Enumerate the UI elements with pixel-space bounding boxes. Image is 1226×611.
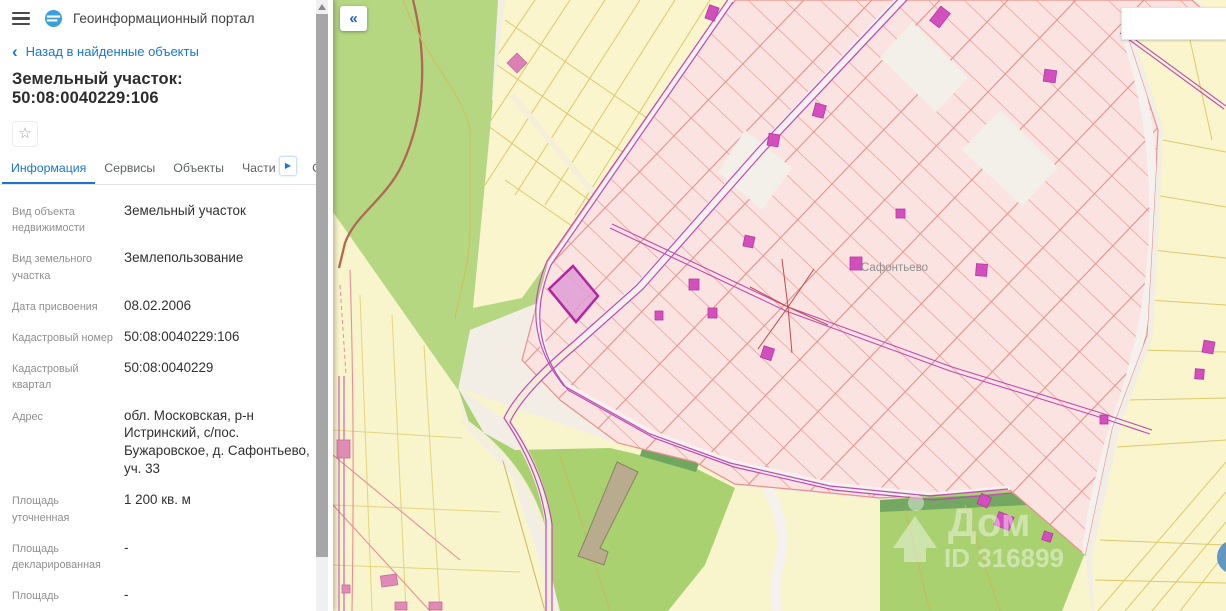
sidebar-scrollbar[interactable] xyxy=(316,0,328,611)
map-svg: Сафонтьево Дом ID 316899 xyxy=(333,0,1226,611)
field-row: Площадь декларированная - xyxy=(12,539,310,573)
field-value: 1 200 кв. м xyxy=(124,492,191,508)
field-label: Площадь уточненная xyxy=(12,495,70,524)
field-value: Земельный участок xyxy=(124,203,246,218)
field-value: 50:08:0040229:106 xyxy=(124,328,240,344)
field-value: Землепользование xyxy=(124,250,244,266)
field-row: Вид объекта недвижимости Земельный участ… xyxy=(12,202,310,236)
tab-bar: Информация Сервисы Объекты Части ЗУ Сос … xyxy=(0,153,316,185)
field-value: - xyxy=(124,539,129,555)
menu-icon[interactable] xyxy=(12,12,30,25)
field-value: - xyxy=(124,587,129,603)
tab[interactable]: Сервисы xyxy=(95,153,164,184)
collapse-panel-button[interactable]: « xyxy=(340,6,367,31)
chevron-left-icon: ‹ xyxy=(12,42,18,61)
field-row: Вид земельного участка Землепользование xyxy=(12,249,310,283)
app-header: Геоинформационный портал xyxy=(0,0,316,34)
chevron-right-icon: ▶ xyxy=(284,161,292,170)
page-title: Земельный участок: 50:08:0040229:106 xyxy=(12,70,183,107)
field-row: Кадастровый номер 50:08:0040229:106 xyxy=(12,328,310,346)
fields-list: Вид объекта недвижимости Земельный участ… xyxy=(0,185,316,611)
field-row: Дата присвоения 08.02.2006 xyxy=(12,297,310,315)
field-row: Площадь уточненная 1 200 кв. м xyxy=(12,491,310,525)
field-label: Кадастровый номер xyxy=(12,331,113,344)
scroll-up-arrow[interactable] xyxy=(316,0,328,14)
map-topright-panel[interactable] xyxy=(1121,7,1226,40)
field-row: Площадь - xyxy=(12,586,310,604)
tab[interactable]: Информация xyxy=(2,153,96,184)
field-label: Вид земельного участка xyxy=(12,253,93,282)
field-value: обл. Московская, р-н Истринский, с/пос. … xyxy=(124,407,310,477)
field-label: Площадь декларированная xyxy=(12,542,101,571)
field-label: Адрес xyxy=(12,410,43,423)
field-row: Кадастровый квартал 50:08:0040229 xyxy=(12,359,310,393)
star-icon: ☆ xyxy=(18,125,32,142)
place-label: Сафонтьево xyxy=(861,262,928,274)
field-value: 08.02.2006 xyxy=(124,297,192,313)
watermark-person-icon xyxy=(908,495,924,511)
field-label: Дата присвоения xyxy=(12,300,98,313)
back-link-label: Назад в найденные объекты xyxy=(25,44,199,59)
app-logo xyxy=(44,9,63,28)
tab[interactable]: Объекты xyxy=(164,153,233,184)
map-canvas[interactable]: Сафонтьево Дом ID 316899 « xyxy=(333,0,1226,611)
watermark-id: ID 316899 xyxy=(944,543,1064,573)
tabs-scroll-button[interactable]: ▶ xyxy=(279,156,297,176)
field-label: Площадь xyxy=(12,590,59,603)
chevron-double-left-icon: « xyxy=(349,10,358,27)
field-row: Адрес обл. Московская, р-н Истринский, с… xyxy=(12,407,310,479)
field-label: Кадастровый квартал xyxy=(12,363,79,392)
field-value: 50:08:0040229 xyxy=(124,360,214,376)
tab-list: Информация Сервисы Объекты Части ЗУ Сос xyxy=(0,153,316,184)
scrollbar-thumb[interactable] xyxy=(316,14,328,557)
app-root: Сафонтьево Дом ID 316899 « Геоинформацио… xyxy=(0,0,1226,611)
watermark-brand: Дом xyxy=(948,501,1030,545)
info-panel: Геоинформационный портал ‹ Назад в найде… xyxy=(0,0,333,611)
field-label: Вид объекта недвижимости xyxy=(12,206,85,235)
info-panel-content: Геоинформационный портал ‹ Назад в найде… xyxy=(0,0,316,611)
app-title: Геоинформационный портал xyxy=(73,11,255,26)
back-link[interactable]: ‹ Назад в найденные объекты xyxy=(0,34,316,61)
tab[interactable]: Сос xyxy=(303,153,316,184)
favorite-button[interactable]: ☆ xyxy=(12,121,38,147)
